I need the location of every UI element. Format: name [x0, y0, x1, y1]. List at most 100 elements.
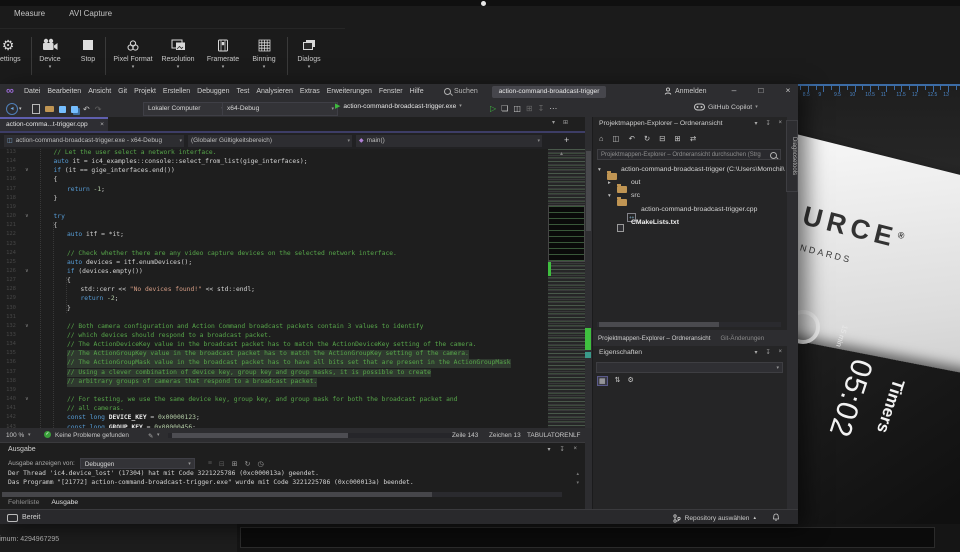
- undo-icon[interactable]: ↶: [629, 134, 635, 143]
- menu-hilfe[interactable]: Hilfe: [410, 88, 424, 95]
- properties-object-combo[interactable]: ▾: [596, 362, 783, 373]
- capture-button-framerate[interactable]: Framerate▾: [198, 35, 248, 71]
- tree-hscrollbar[interactable]: [597, 322, 781, 327]
- panel-tab-git[interactable]: Git-Änderungen: [720, 335, 764, 342]
- eol-mode[interactable]: LF: [573, 432, 580, 439]
- sign-in-button[interactable]: Anmelden: [664, 87, 707, 95]
- pin-icon[interactable]: ↧: [559, 446, 564, 453]
- scrollbar-thumb[interactable]: [172, 433, 348, 438]
- start-without-debug-icon[interactable]: ▷: [490, 104, 496, 113]
- list-icon[interactable]: ≡: [208, 460, 212, 468]
- home-icon[interactable]: ⌂: [599, 134, 604, 143]
- property-pages-icon[interactable]: ⚙: [628, 376, 634, 386]
- pin-icon[interactable]: ↧: [765, 120, 770, 127]
- chevron-down-icon[interactable]: ▾: [552, 119, 555, 126]
- menu-ansicht[interactable]: Ansicht: [88, 88, 111, 95]
- fold-icon[interactable]: ∨: [25, 268, 29, 274]
- close-icon[interactable]: ×: [778, 120, 782, 127]
- pen-icon[interactable]: ✎: [148, 432, 153, 440]
- breadcrumb-item[interactable]: ◫action-command-broadcast-trigger.exe - …: [4, 135, 184, 147]
- menu-datei[interactable]: Datei: [24, 88, 40, 95]
- swap-icon[interactable]: ⇄: [690, 134, 696, 143]
- tab-avi-capture[interactable]: AVI Capture: [69, 9, 112, 18]
- close-icon[interactable]: ×: [778, 349, 782, 356]
- chevron-down-icon[interactable]: ▾: [754, 120, 757, 127]
- scrollbar-thumb[interactable]: [586, 151, 591, 231]
- github-copilot-button[interactable]: GitHub Copilot ▾: [694, 103, 758, 111]
- scroll-up-icon[interactable]: ▴: [560, 150, 563, 157]
- breadcrumb-item[interactable]: (Globaler Gültigkeitsbereich)▾: [188, 135, 352, 147]
- panel-tab-ordneransicht[interactable]: Projektmappen-Explorer – Ordneransicht: [598, 335, 710, 342]
- menu-bearbeiten[interactable]: Bearbeiten: [47, 88, 81, 95]
- tree-item[interactable]: ++action-command-broadcast-trigger.cpp: [593, 204, 787, 217]
- vs-titlebar[interactable]: ∞ DateiBearbeitenAnsichtGitProjektErstel…: [0, 84, 798, 100]
- chevron-down-icon[interactable]: ▾: [598, 167, 601, 173]
- box-icon[interactable]: ⊞: [232, 460, 238, 468]
- search-box[interactable]: Suchen: [444, 88, 478, 95]
- menu-test[interactable]: Test: [236, 88, 249, 95]
- tree-item[interactable]: ▾action-command-broadcast-trigger (C:\Us…: [593, 164, 787, 177]
- configuration-select[interactable]: x64-Debug ▾: [222, 102, 338, 116]
- chevron-down-icon[interactable]: ▾: [28, 432, 31, 438]
- split-icon[interactable]: ◫: [613, 134, 620, 143]
- chevron-down-icon[interactable]: ▾: [157, 432, 160, 438]
- tree-item[interactable]: ▸out: [593, 177, 787, 190]
- tree-item[interactable]: CMakeLists.txt: [593, 217, 787, 230]
- open-folder-icon[interactable]: [45, 106, 54, 112]
- clock-icon[interactable]: ◷: [258, 460, 264, 468]
- diagnostics-vertical-tab[interactable]: Diagnosetools: [786, 120, 798, 192]
- categorized-icon[interactable]: ▦: [597, 376, 608, 386]
- minimize-button[interactable]: –: [727, 85, 741, 95]
- chevron-down-icon[interactable]: ▾: [547, 446, 550, 453]
- capture-button-binning[interactable]: Binning▾: [242, 35, 286, 71]
- new-file-icon[interactable]: [32, 104, 40, 114]
- menu-analysieren[interactable]: Analysieren: [256, 88, 293, 95]
- box-icon[interactable]: ⊞: [563, 119, 568, 126]
- fold-icon[interactable]: ∨: [25, 167, 29, 173]
- menu-erstellen[interactable]: Erstellen: [163, 88, 190, 95]
- save-all-icon[interactable]: [71, 106, 78, 113]
- chevron-right-icon[interactable]: ▸: [608, 180, 611, 186]
- chevron-down-icon[interactable]: ▾: [19, 106, 22, 112]
- chevron-down-icon[interactable]: ▾: [754, 349, 757, 356]
- menu-debuggen[interactable]: Debuggen: [197, 88, 229, 95]
- zoom-level[interactable]: 100 %: [6, 432, 24, 439]
- navigate-back-icon[interactable]: ◂: [6, 103, 18, 115]
- menu-erweiterungen[interactable]: Erweiterungen: [327, 88, 372, 95]
- close-tab-icon[interactable]: ×: [100, 119, 104, 131]
- select-repository-button[interactable]: Repository auswählen ▴: [673, 514, 756, 523]
- bell-icon[interactable]: [772, 513, 780, 522]
- more-icon[interactable]: ⋯: [549, 104, 557, 113]
- scrollbar-thumb[interactable]: [599, 322, 719, 327]
- indent-mode[interactable]: TABULATOREN: [527, 432, 573, 439]
- breadcrumb-item[interactable]: ◆main()▾: [356, 135, 542, 147]
- alphabetical-icon[interactable]: ⇅: [615, 376, 621, 386]
- add-breadcrumb-icon[interactable]: +: [564, 135, 569, 145]
- feedback-icon[interactable]: [7, 514, 18, 522]
- horizontal-scrollbar[interactable]: [168, 433, 452, 438]
- tree-item[interactable]: ▾src: [593, 190, 787, 203]
- chevron-down-icon[interactable]: ▾: [608, 193, 611, 199]
- code-editor[interactable]: 113// Let the user select a network inte…: [0, 149, 548, 428]
- capture-button-stop[interactable]: Stop: [66, 35, 110, 71]
- editor-tab-active[interactable]: action-comma...t-trigger.cpp ×: [0, 117, 108, 131]
- menu-extras[interactable]: Extras: [300, 88, 320, 95]
- tab-measure[interactable]: Measure: [14, 9, 45, 18]
- menu-projekt[interactable]: Projekt: [134, 88, 156, 95]
- fold-icon[interactable]: ∨: [25, 213, 29, 219]
- capture-button-dialogs[interactable]: Dialogs▾: [286, 35, 332, 71]
- close-icon[interactable]: ×: [573, 446, 577, 453]
- output-hscrollbar[interactable]: [2, 492, 562, 497]
- pin-icon[interactable]: ↧: [538, 104, 545, 113]
- minimap[interactable]: [548, 149, 585, 428]
- close-button[interactable]: ×: [781, 85, 795, 95]
- pin-icon[interactable]: ↧: [765, 349, 770, 356]
- save-icon[interactable]: [59, 106, 66, 113]
- box-icon[interactable]: ⊞: [675, 134, 681, 143]
- problems-status[interactable]: Keine Probleme gefunden: [55, 432, 129, 439]
- tab-fehlerliste[interactable]: Fehlerliste: [8, 499, 39, 506]
- box-icon[interactable]: ⊞: [526, 104, 533, 113]
- fold-icon[interactable]: ∨: [25, 396, 29, 402]
- refresh-icon[interactable]: ↻: [644, 134, 650, 143]
- fold-icon[interactable]: ∨: [25, 323, 29, 329]
